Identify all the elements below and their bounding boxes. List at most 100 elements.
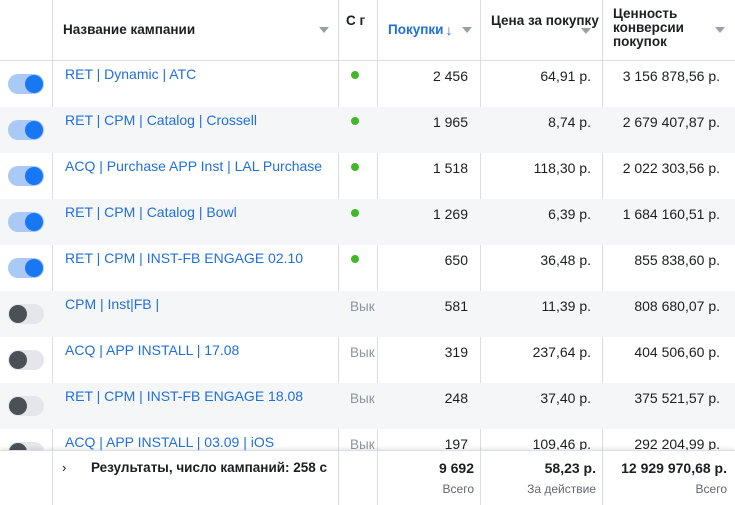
purchases-cell: 1 269 — [432, 206, 468, 222]
price-per-purchase-cell: 237,64 р. — [532, 344, 591, 360]
price-per-purchase-cell: 6,39 р. — [548, 206, 591, 222]
purchases-cell: 2 456 — [432, 68, 468, 84]
table-header: Название кампании С г Покупки ↓ Цена за … — [0, 0, 735, 61]
column-header-label: Цена за покупку — [491, 13, 599, 28]
table-row[interactable]: RET | CPM | INST-FB ENGAGE 18.08 Вык 248 37… — [0, 383, 735, 429]
price-total-caption: За действие — [527, 482, 596, 496]
campaigns-table: Название кампании С г Покупки ↓ Цена за … — [0, 0, 735, 505]
toggle-knob — [25, 167, 43, 185]
campaign-toggle[interactable] — [8, 212, 44, 232]
column-divider — [338, 0, 339, 60]
caret-down-icon[interactable] — [581, 28, 591, 34]
campaign-toggle[interactable] — [8, 120, 44, 140]
campaign-name-link[interactable]: ACQ | APP INSTALL | 17.08 — [65, 342, 333, 358]
toggle-knob — [25, 75, 43, 93]
column-header-purchase-value[interactable]: Ценность конверсии покупок — [613, 0, 733, 60]
column-divider — [480, 0, 481, 60]
purchases-cell: 581 — [444, 298, 468, 314]
campaign-name-link[interactable]: RET | CPM | INST-FB ENGAGE 18.08 — [65, 388, 333, 404]
delivery-status: Вык — [350, 345, 375, 360]
price-per-purchase-cell: 118,30 р. — [533, 160, 591, 176]
campaign-name-link[interactable]: RET | CPM | INST-FB ENGAGE 02.10 — [65, 250, 333, 266]
status-dot-icon — [351, 71, 359, 79]
purchase-value-cell: 808 680,07 р. — [634, 298, 720, 314]
column-header-label: С г — [346, 13, 366, 28]
purchases-cell: 1 965 — [432, 114, 468, 130]
column-divider — [602, 0, 603, 60]
sort-descending-icon: ↓ — [445, 22, 453, 38]
column-header-price-per-purchase[interactable]: Цена за покупку — [491, 0, 599, 60]
purchase-value-cell: 855 838,60 р. — [634, 252, 720, 268]
purchase-value-cell: 3 156 878,56 р. — [622, 68, 720, 84]
purchases-cell: 248 — [444, 390, 468, 406]
value-total-caption: Всего — [695, 482, 727, 496]
column-divider — [338, 451, 339, 505]
results-summary-row: › Результаты, число кампаний: 258 с 9 69… — [0, 450, 735, 505]
column-header-purchases[interactable]: Покупки ↓ — [388, 0, 478, 60]
caret-down-icon[interactable] — [462, 27, 472, 33]
price-per-purchase-cell: 11,39 р. — [541, 298, 591, 314]
purchases-total: 9 692 — [438, 460, 474, 476]
purchases-total-caption: Всего — [442, 482, 474, 496]
campaign-toggle[interactable] — [8, 396, 44, 416]
column-divider — [52, 0, 53, 60]
campaign-toggle[interactable] — [8, 350, 44, 370]
column-divider — [52, 451, 53, 505]
campaign-toggle[interactable] — [8, 304, 44, 324]
column-header-label: Покупки — [388, 22, 444, 37]
toggle-knob — [25, 121, 43, 139]
results-summary-label: Результаты, число кампаний: 258 с — [91, 460, 328, 475]
toggle-knob — [25, 213, 43, 231]
campaign-name-link[interactable]: RET | CPM | Catalog | Bowl — [65, 204, 333, 220]
price-total: 58,23 р. — [544, 460, 596, 476]
campaign-toggle[interactable] — [8, 258, 44, 278]
campaign-name-link[interactable]: ACQ | APP INSTALL | 03.09 | iOS — [65, 434, 333, 450]
purchases-cell: 650 — [444, 252, 468, 268]
purchase-value-cell: 404 506,60 р. — [634, 344, 720, 360]
table-row[interactable]: RET | CPM | INST-FB ENGAGE 02.10 650 36,48… — [0, 245, 735, 291]
caret-down-icon[interactable] — [319, 27, 329, 33]
purchase-value-cell: 2 679 407,87 р. — [622, 114, 720, 130]
purchase-value-cell: 2 022 303,56 р. — [622, 160, 720, 176]
campaign-name-link[interactable]: RET | CPM | Catalog | Crossell — [65, 112, 333, 128]
purchases-cell: 1 518 — [432, 160, 468, 176]
caret-down-icon[interactable] — [715, 27, 725, 33]
price-per-purchase-cell: 36,48 р. — [540, 252, 591, 268]
table-row[interactable]: ACQ | APP INSTALL | 17.08 Вык 319 237,64 р.… — [0, 337, 735, 383]
table-row[interactable]: RET | Dynamic | ATC 2 456 64,91 р. 3 156 87… — [0, 61, 735, 107]
table-row[interactable]: CPM | Inst|FB | Вык 581 11,39 р. 808 680,07 … — [0, 291, 735, 337]
purchase-value-cell: 375 521,57 р. — [634, 390, 720, 406]
delivery-status: Вык — [350, 391, 375, 406]
status-dot-icon — [351, 255, 359, 263]
purchases-cell: 319 — [444, 344, 468, 360]
column-header-label: Название кампании — [63, 22, 196, 37]
column-header-campaign-name[interactable]: Название кампании — [63, 0, 333, 60]
campaign-toggle[interactable] — [8, 166, 44, 186]
price-per-purchase-cell: 37,40 р. — [540, 390, 591, 406]
value-total: 12 929 970,68 р. — [621, 460, 727, 476]
toggle-knob — [9, 305, 27, 323]
table-row[interactable]: RET | CPM | Catalog | Bowl 1 269 6,39 р. 1 … — [0, 199, 735, 245]
campaign-toggle[interactable] — [8, 74, 44, 94]
price-per-purchase-cell: 64,91 р. — [540, 68, 591, 84]
campaign-name-link[interactable]: RET | Dynamic | ATC — [65, 66, 333, 82]
chevron-right-icon[interactable]: › — [62, 460, 66, 475]
column-divider — [602, 451, 603, 505]
purchase-value-cell: 1 684 160,51 р. — [622, 206, 720, 222]
column-divider — [377, 0, 378, 60]
toggle-knob — [9, 351, 27, 369]
campaign-name-link[interactable]: CPM | Inst|FB | — [65, 296, 333, 312]
toggle-knob — [25, 259, 43, 277]
status-dot-icon — [351, 163, 359, 171]
price-per-purchase-cell: 8,74 р. — [548, 114, 591, 130]
column-divider — [480, 451, 481, 505]
delivery-status: Вык — [350, 299, 375, 314]
status-dot-icon — [351, 117, 359, 125]
toggle-knob — [9, 397, 27, 415]
table-row[interactable]: ACQ | Purchase APP Inst | LAL Purchase 1 … — [0, 153, 735, 199]
table-row[interactable]: RET | CPM | Catalog | Crossell 1 965 8,74 … — [0, 107, 735, 153]
column-divider — [377, 451, 378, 505]
campaign-name-link[interactable]: ACQ | Purchase APP Inst | LAL Purchase — [65, 158, 333, 174]
status-dot-icon — [351, 209, 359, 217]
column-header-delivery[interactable]: С г — [346, 0, 374, 60]
